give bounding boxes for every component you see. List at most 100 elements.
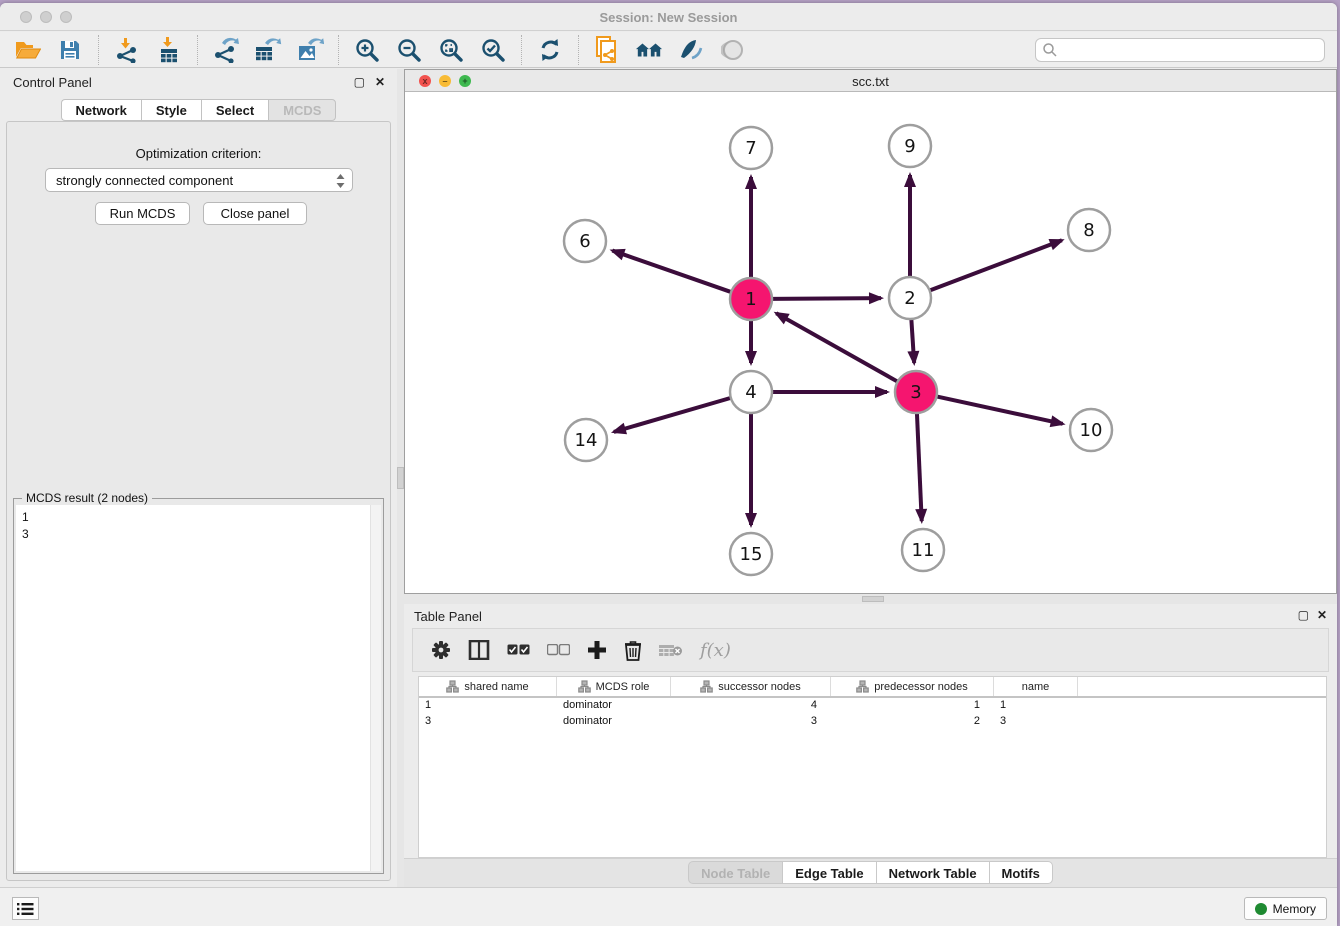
graph-node-9[interactable]: 9 (889, 125, 931, 167)
control-panel-tabs: NetworkStyleSelectMCDS (0, 99, 397, 121)
svg-text:15: 15 (740, 544, 763, 565)
tab-network-table[interactable]: Network Table (876, 861, 989, 884)
float-panel-icon[interactable]: ▢ (354, 76, 365, 88)
search-input[interactable] (1058, 43, 1324, 57)
tab-mcds[interactable]: MCDS (268, 99, 336, 121)
svg-text:6: 6 (579, 231, 590, 252)
network-window-titlebar[interactable]: x – + scc.txt (405, 70, 1336, 92)
graph-node-14[interactable]: 14 (565, 419, 607, 461)
cell-predecessor-nodes[interactable]: 2 (831, 714, 994, 730)
memory-button[interactable]: Memory (1244, 897, 1327, 920)
column-header-predecessor-nodes[interactable]: predecessor nodes (831, 677, 994, 696)
home-icon[interactable] (635, 37, 663, 63)
zoom-in-icon[interactable] (353, 37, 381, 63)
cell-predecessor-nodes[interactable]: 1 (831, 698, 994, 714)
table-toolbar: f(x) (412, 628, 1329, 672)
add-column-icon[interactable] (587, 640, 607, 660)
svg-text:4: 4 (745, 382, 756, 403)
open-file-icon[interactable] (14, 37, 42, 63)
edge-2-8[interactable] (930, 240, 1062, 290)
tab-select[interactable]: Select (201, 99, 268, 121)
optimization-criterion-select[interactable]: strongly connected component (45, 168, 353, 192)
graph-node-2[interactable]: 2 (889, 277, 931, 319)
deselect-all-icon[interactable] (547, 644, 570, 656)
mcds-result-list[interactable]: 1 3 (16, 505, 381, 871)
graph-node-10[interactable]: 10 (1070, 409, 1112, 451)
graph-node-11[interactable]: 11 (902, 529, 944, 571)
graph-node-8[interactable]: 8 (1068, 209, 1110, 251)
edge-3-10[interactable] (937, 396, 1063, 423)
import-network-icon[interactable] (113, 37, 141, 63)
task-history-button[interactable] (12, 897, 39, 920)
svg-text:1: 1 (745, 289, 756, 310)
edge-1-2[interactable] (772, 298, 881, 299)
close-panel-button[interactable]: Close panel (203, 202, 307, 225)
close-panel-icon[interactable]: ✕ (375, 76, 385, 88)
select-all-icon[interactable] (507, 644, 530, 656)
cell-shared-name[interactable]: 3 (419, 714, 557, 730)
horizontal-splitter[interactable] (404, 594, 1337, 604)
gear-icon[interactable] (431, 640, 451, 660)
table-header-row: shared nameMCDS rolesuccessor nodesprede… (419, 677, 1326, 698)
cell-successor-nodes[interactable]: 3 (671, 714, 831, 730)
zoom-fit-icon[interactable] (437, 37, 465, 63)
edge-3-1[interactable] (776, 313, 897, 381)
graph-node-6[interactable]: 6 (564, 220, 606, 262)
graph-node-1[interactable]: 1 (730, 278, 772, 320)
run-mcds-button[interactable]: Run MCDS (95, 202, 190, 225)
column-header-successor-nodes[interactable]: successor nodes (671, 677, 831, 696)
column-header-shared-name[interactable]: shared name (419, 677, 557, 696)
graph-node-7[interactable]: 7 (730, 127, 772, 169)
tab-node-table[interactable]: Node Table (688, 861, 782, 884)
cell-name[interactable]: 3 (994, 714, 1078, 730)
cell-successor-nodes[interactable]: 4 (671, 698, 831, 714)
close-table-panel-icon[interactable]: ✕ (1317, 609, 1327, 621)
table-row[interactable]: 3dominator323 (419, 714, 1326, 730)
graph-node-4[interactable]: 4 (730, 371, 772, 413)
edge-1-6[interactable] (612, 251, 731, 293)
graph-node-15[interactable]: 15 (730, 533, 772, 575)
app-window: Session: New Session (0, 3, 1337, 926)
vertical-splitter[interactable] (397, 69, 404, 887)
result-scrollbar[interactable] (370, 505, 381, 871)
paint-style-icon[interactable] (677, 37, 705, 63)
save-session-icon[interactable] (56, 37, 84, 63)
network-canvas[interactable]: 7 9 6 8 1 2 4 3 14 10 15 11 (405, 92, 1336, 593)
export-image-icon[interactable] (296, 37, 324, 63)
cell-MCDS-role[interactable]: dominator (557, 698, 671, 714)
zoom-out-icon[interactable] (395, 37, 423, 63)
delete-column-icon[interactable] (624, 640, 642, 661)
cell-name[interactable]: 1 (994, 698, 1078, 714)
refresh-layout-icon[interactable] (536, 37, 564, 63)
tab-network[interactable]: Network (61, 99, 141, 121)
table-body: 1dominator4113dominator323 (419, 698, 1326, 730)
export-table-icon[interactable] (254, 37, 282, 63)
clone-network-icon[interactable] (593, 37, 621, 63)
tab-edge-table[interactable]: Edge Table (782, 861, 875, 884)
import-table-icon[interactable] (155, 37, 183, 63)
main-toolbar (0, 32, 1337, 68)
graph-node-3[interactable]: 3 (895, 371, 937, 413)
network-graph[interactable]: 7 9 6 8 1 2 4 3 14 10 15 11 (405, 92, 1336, 593)
float-table-panel-icon[interactable]: ▢ (1298, 609, 1309, 621)
svg-text:10: 10 (1080, 420, 1103, 441)
column-header-MCDS-role[interactable]: MCDS role (557, 677, 671, 696)
svg-text:3: 3 (910, 382, 921, 403)
table-row[interactable]: 1dominator411 (419, 698, 1326, 714)
tab-motifs[interactable]: Motifs (989, 861, 1053, 884)
tab-style[interactable]: Style (141, 99, 201, 121)
table-tabs: Node TableEdge TableNetwork TableMotifs (688, 861, 1053, 884)
node-table[interactable]: shared nameMCDS rolesuccessor nodesprede… (418, 676, 1327, 858)
edge-2-3[interactable] (911, 319, 914, 363)
split-column-icon[interactable] (468, 640, 490, 660)
status-bar: Memory (0, 887, 1337, 926)
edge-3-11[interactable] (917, 413, 922, 521)
table-tabs-bar: Node TableEdge TableNetwork TableMotifs (404, 858, 1337, 887)
cell-shared-name[interactable]: 1 (419, 698, 557, 714)
edge-4-14[interactable] (614, 398, 731, 432)
export-network-icon[interactable] (212, 37, 240, 63)
search-box[interactable] (1035, 38, 1325, 62)
zoom-selected-icon[interactable] (479, 37, 507, 63)
column-header-name[interactable]: name (994, 677, 1078, 696)
cell-MCDS-role[interactable]: dominator (557, 714, 671, 730)
